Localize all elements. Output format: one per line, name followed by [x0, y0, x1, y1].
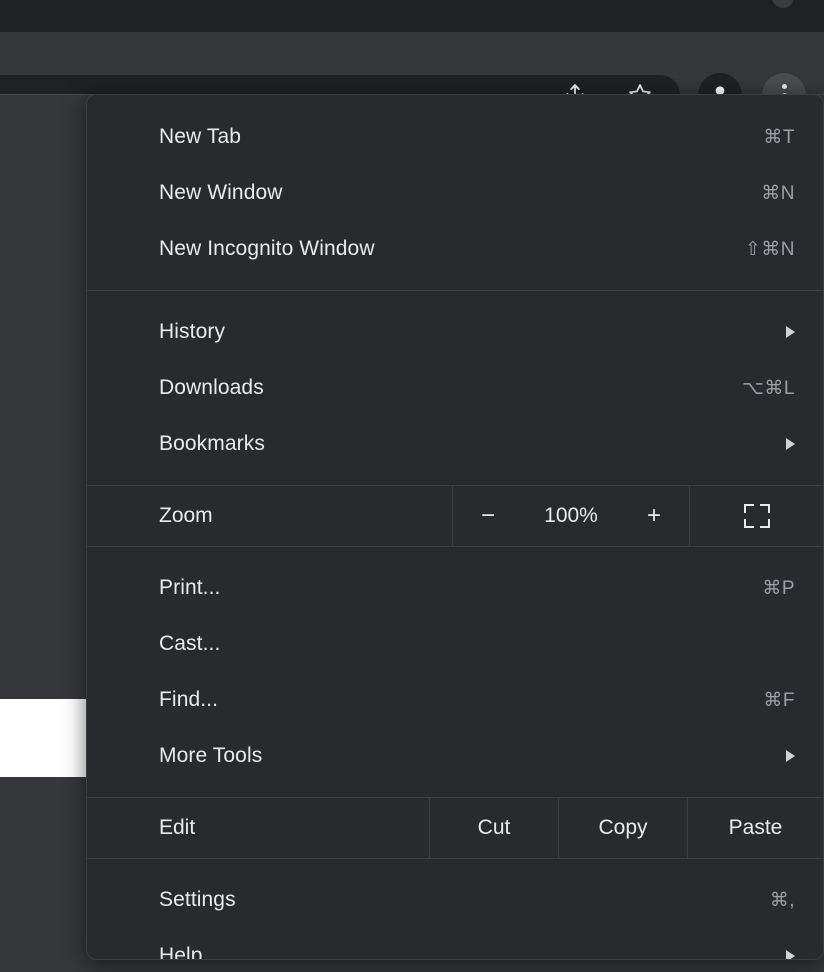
menu-item-label: Downloads	[159, 376, 264, 399]
background-white-panel	[0, 699, 86, 777]
menu-item-more-tools[interactable]: More Tools	[87, 728, 823, 784]
menu-row-zoom: Zoom − 100% +	[87, 486, 823, 546]
menu-row-edit: Edit Cut Copy Paste	[87, 798, 823, 858]
zoom-label: Zoom	[159, 504, 213, 527]
browser-toolbar	[0, 32, 824, 117]
zoom-controls-cell: − 100% +	[452, 486, 689, 546]
menu-item-settings[interactable]: Settings ⌘,	[87, 872, 823, 928]
menu-item-shortcut: ⌘P	[762, 577, 795, 599]
menu-item-label: New Incognito Window	[159, 237, 375, 260]
zoom-label-cell: Zoom	[87, 486, 452, 546]
menu-item-shortcut: ⌘N	[761, 182, 795, 204]
menu-item-label: Cast...	[159, 632, 221, 655]
menu-separator	[87, 858, 823, 859]
menu-item-shortcut: ⌘,	[769, 889, 795, 911]
menu-item-print[interactable]: Print... ⌘P	[87, 560, 823, 616]
browser-window: New Tab ⌘T New Window ⌘N New Incognito W…	[0, 0, 824, 972]
menu-item-history[interactable]: History	[87, 304, 823, 360]
menu-item-shortcut: ⌥⌘L	[742, 377, 795, 399]
menu-item-new-tab[interactable]: New Tab ⌘T	[87, 109, 823, 165]
menu-item-shortcut: ⇧⌘N	[744, 238, 795, 260]
menu-item-shortcut: ⌘T	[763, 126, 795, 148]
tab-partial-indicator	[772, 0, 794, 8]
menu-item-label: New Tab	[159, 125, 242, 148]
zoom-in-button[interactable]: +	[626, 502, 682, 530]
menu-separator	[87, 546, 823, 547]
menu-item-label: Print...	[159, 576, 221, 599]
fullscreen-icon	[743, 504, 770, 528]
chevron-right-icon	[786, 326, 795, 338]
chevron-right-icon	[786, 950, 795, 959]
cut-button[interactable]: Cut	[429, 798, 558, 858]
menu-item-cast[interactable]: Cast...	[87, 616, 823, 672]
menu-item-label: Bookmarks	[159, 432, 265, 455]
menu-item-shortcut: ⌘F	[763, 689, 795, 711]
copy-button[interactable]: Copy	[558, 798, 687, 858]
menu-item-label: Help	[159, 944, 203, 960]
menu-separator	[87, 290, 823, 291]
menu-item-label: History	[159, 320, 226, 343]
chevron-right-icon	[786, 750, 795, 762]
edit-label-cell: Edit	[87, 798, 429, 858]
menu-item-new-incognito-window[interactable]: New Incognito Window ⇧⌘N	[87, 221, 823, 277]
chevron-right-icon	[786, 438, 795, 450]
menu-item-label: More Tools	[159, 744, 263, 767]
paste-button[interactable]: Paste	[687, 798, 823, 858]
chrome-main-menu: New Tab ⌘T New Window ⌘N New Incognito W…	[86, 94, 824, 960]
menu-item-label: Find...	[159, 688, 219, 711]
tab-strip	[0, 0, 824, 32]
menu-item-find[interactable]: Find... ⌘F	[87, 672, 823, 728]
menu-item-bookmarks[interactable]: Bookmarks	[87, 416, 823, 472]
edit-label: Edit	[159, 816, 196, 839]
menu-item-downloads[interactable]: Downloads ⌥⌘L	[87, 360, 823, 416]
menu-item-new-window[interactable]: New Window ⌘N	[87, 165, 823, 221]
zoom-out-button[interactable]: −	[460, 502, 516, 530]
menu-item-label: Settings	[159, 888, 236, 911]
fullscreen-button[interactable]	[689, 486, 823, 546]
menu-dot	[781, 83, 787, 89]
zoom-level-value: 100%	[544, 504, 598, 527]
menu-item-label: New Window	[159, 181, 283, 204]
menu-item-help[interactable]: Help	[87, 928, 823, 960]
